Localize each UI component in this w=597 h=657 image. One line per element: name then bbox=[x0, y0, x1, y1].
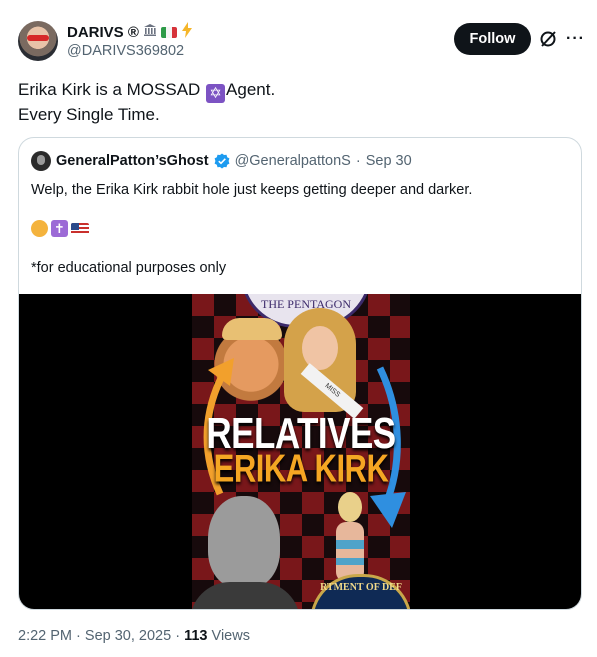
classical-building-icon bbox=[143, 23, 157, 41]
star-of-david-icon: ✡ bbox=[206, 84, 226, 103]
quoted-author-handle[interactable]: @GeneralpattonS bbox=[235, 153, 351, 169]
tweet-line1-end: Agent. bbox=[226, 80, 276, 99]
person-photo-bottom-left bbox=[192, 490, 300, 609]
author-name-row[interactable]: DARIVS ® bbox=[67, 22, 193, 42]
quoted-author-name[interactable]: GeneralPatton’sGhost bbox=[56, 153, 209, 169]
quoted-emoji-row: ✝ bbox=[31, 220, 89, 237]
italy-flag-icon bbox=[160, 26, 177, 38]
views-count[interactable]: 113 bbox=[184, 628, 207, 644]
tweet-time[interactable]: 2:22 PM bbox=[18, 628, 72, 644]
tweet-line1-start: Erika Kirk is a MOSSAD bbox=[18, 80, 201, 99]
footer-separator: · bbox=[175, 628, 181, 644]
video-media[interactable]: THE PENTAGON MISS RELATIVES ERIKA KIRK R… bbox=[19, 294, 581, 609]
author-avatar[interactable] bbox=[18, 21, 58, 61]
quoted-tweet-header: GeneralPatton’sGhost @GeneralpattonS · S… bbox=[31, 151, 412, 171]
quoted-tweet[interactable]: GeneralPatton’sGhost @GeneralpattonS · S… bbox=[18, 137, 582, 610]
author-display-name[interactable]: DARIVS ® bbox=[67, 24, 139, 41]
smiling-face-icon bbox=[31, 220, 48, 237]
quoted-author-avatar[interactable] bbox=[31, 151, 51, 171]
army-seal: RTMENT OF DEF bbox=[310, 574, 410, 609]
grok-icon[interactable] bbox=[539, 30, 557, 48]
tweet-text: Erika Kirk is a MOSSAD ✡ Agent. Every Sin… bbox=[18, 78, 275, 126]
verified-badge-icon bbox=[214, 153, 229, 169]
follow-button[interactable]: Follow bbox=[454, 23, 531, 55]
meta-separator: · bbox=[355, 153, 361, 169]
quoted-tweet-text: Welp, the Erika Kirk rabbit hole just ke… bbox=[31, 182, 473, 198]
quoted-tweet-date[interactable]: Sep 30 bbox=[366, 153, 412, 169]
quoted-tweet-note: *for educational purposes only bbox=[31, 260, 227, 276]
latin-cross-icon: ✝ bbox=[51, 220, 68, 237]
video-thumbnail[interactable]: THE PENTAGON MISS RELATIVES ERIKA KIRK R… bbox=[192, 294, 410, 609]
tweet-date[interactable]: Sep 30, 2025 bbox=[85, 628, 171, 644]
author-handle[interactable]: @DARIVS369802 bbox=[67, 43, 184, 59]
more-options-icon[interactable]: ··· bbox=[566, 30, 585, 48]
video-headline-2: ERIKA KIRK bbox=[213, 446, 389, 491]
high-voltage-icon bbox=[181, 22, 193, 42]
us-flag-icon bbox=[71, 223, 89, 235]
tweet-footer: 2:22 PM · Sep 30, 2025 · 113 Views bbox=[18, 628, 250, 644]
tweet-line2: Every Single Time. bbox=[18, 105, 160, 124]
footer-separator: · bbox=[76, 628, 81, 644]
views-label[interactable]: Views bbox=[212, 628, 250, 644]
